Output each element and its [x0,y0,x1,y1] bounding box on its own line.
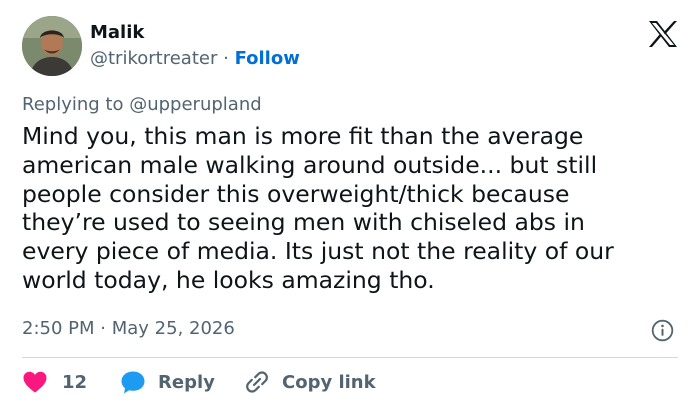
tweet-text: Mind you, this man is more fit than the … [22,122,682,295]
user-handle[interactable]: @trikortreater [90,48,217,69]
replying-mention[interactable]: @upperupland [129,94,261,115]
tweet-line: Mind you, this man is more fit than the … [22,122,584,150]
tweet-time: 2:50 PM [22,318,95,339]
display-name[interactable]: Malik [90,22,144,44]
replying-to: Replying to @upperupland [22,93,262,117]
tweet-line: every piece of media. Its just not the r… [22,237,614,266]
timestamp-separator: · [100,318,106,339]
reply-button[interactable]: Reply [120,368,215,396]
x-logo[interactable] [648,20,678,48]
tweet-line: american male walking around outside... … [22,150,598,179]
like-count: 12 [62,371,88,393]
handle-row: @trikortreater · Follow [90,47,300,71]
info-icon[interactable] [651,319,674,342]
tweet-date: May 25, 2026 [111,318,235,339]
replying-prefix: Replying to [22,94,124,115]
avatar[interactable] [22,16,82,76]
tweet-line: world today, he looks amazing tho. [22,265,435,294]
divider [22,357,678,358]
heart-icon [22,370,48,394]
timestamp[interactable]: 2:50 PM · May 25, 2026 [22,317,235,341]
handle-separator: · [223,48,229,69]
reply-bubble-icon [120,369,146,395]
copy-link-label: Copy link [282,371,376,393]
reply-label: Reply [158,371,215,393]
tweet-card: Malik @trikortreater · Follow Replying t… [0,0,700,410]
follow-button[interactable]: Follow [235,48,300,69]
tweet-line: people consider this overweight/thick be… [22,179,570,208]
copy-link-button[interactable]: Copy link [244,368,376,396]
tweet-line: they’re used to seeing men with chiseled… [22,208,585,237]
link-icon [244,369,270,395]
like-button[interactable]: 12 [22,368,87,396]
